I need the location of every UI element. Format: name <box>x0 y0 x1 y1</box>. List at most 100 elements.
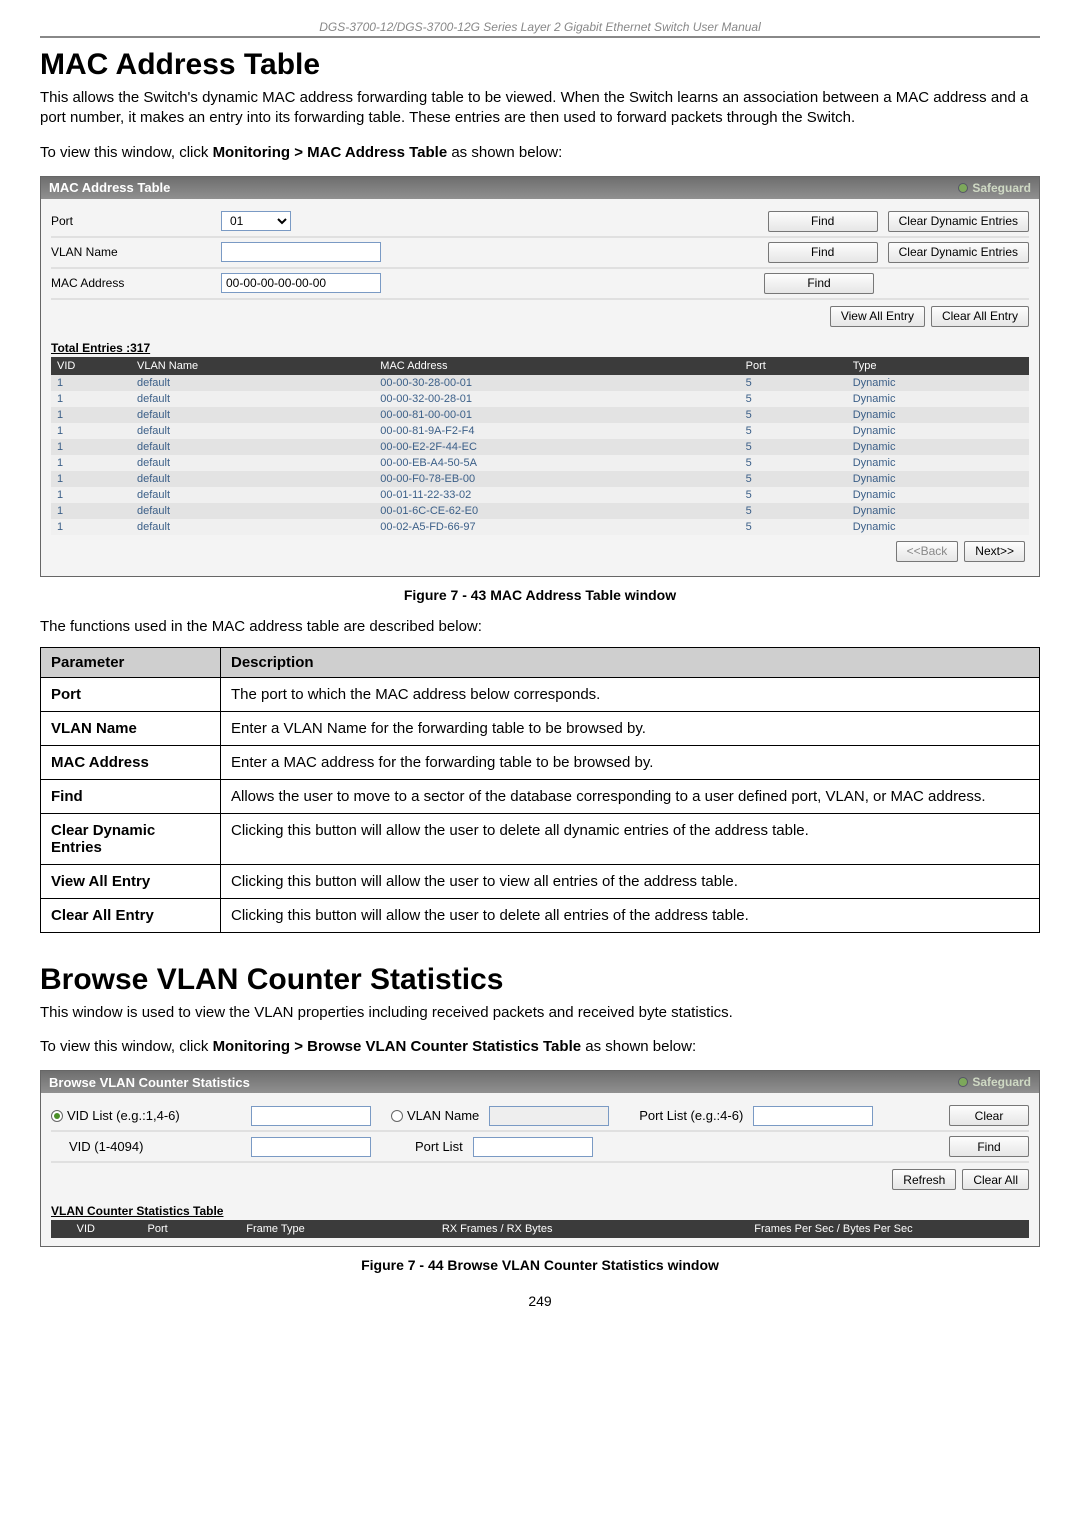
vid-input[interactable] <box>251 1137 371 1157</box>
clear-all-button-2[interactable]: Clear All <box>962 1169 1029 1190</box>
panel2-header: Browse VLAN Counter Statistics Safeguard <box>41 1071 1039 1093</box>
find-vlan-button[interactable]: Find <box>768 242 878 263</box>
vlan-name-input-2[interactable] <box>489 1106 609 1126</box>
table-cell: Dynamic <box>847 423 1029 439</box>
vid-list-radio[interactable] <box>51 1110 63 1122</box>
table-cell: 5 <box>740 375 847 391</box>
find-mac-button[interactable]: Find <box>764 273 874 294</box>
table-cell: 5 <box>740 391 847 407</box>
next-button[interactable]: Next>> <box>964 541 1025 562</box>
param-row: PortThe port to which the MAC address be… <box>41 677 1040 711</box>
vlan-label: VLAN Name <box>51 245 221 259</box>
safeguard-icon <box>958 183 968 193</box>
section2-instruction: To view this window, click Monitoring > … <box>40 1038 1040 1055</box>
table-cell: default <box>131 423 374 439</box>
panel1-body: Port 01 Find Clear Dynamic Entries VLAN … <box>41 199 1039 576</box>
entry-buttons-row: View All Entry Clear All Entry <box>51 300 1029 333</box>
table-row: 1default00-00-F0-78-EB-005Dynamic <box>51 471 1029 487</box>
panel2-body: VID List (e.g.:1,4-6) VLAN Name Port Lis… <box>41 1093 1039 1246</box>
table-row: 1default00-00-E2-2F-44-EC5Dynamic <box>51 439 1029 455</box>
table-cell: default <box>131 455 374 471</box>
vid-list-row: VID List (e.g.:1,4-6) VLAN Name Port Lis… <box>51 1101 1029 1132</box>
page-number: 249 <box>40 1293 1040 1309</box>
table-cell: 5 <box>740 487 847 503</box>
port-select[interactable]: 01 <box>221 211 291 231</box>
param-desc: Clicking this button will allow the user… <box>221 864 1040 898</box>
table-cell: Dynamic <box>847 391 1029 407</box>
table-cell: 00-00-EB-A4-50-5A <box>374 455 739 471</box>
col-vid: VID <box>51 357 131 375</box>
vlan-name-input[interactable] <box>221 242 381 262</box>
safeguard-icon-2 <box>958 1077 968 1087</box>
param-name: MAC Address <box>41 745 221 779</box>
section1-instruction: To view this window, click Monitoring > … <box>40 144 1040 161</box>
table-cell: 5 <box>740 439 847 455</box>
view-all-entry-button[interactable]: View All Entry <box>830 306 925 327</box>
stats-header-row: VID Port Frame Type RX Frames / RX Bytes… <box>51 1220 1029 1238</box>
clear-button[interactable]: Clear <box>949 1105 1029 1126</box>
port-list-input-2[interactable] <box>473 1137 593 1157</box>
param-name: Clear Dynamic Entries <box>41 813 221 864</box>
vid-row: VID (1-4094) Port List Find <box>51 1132 1029 1163</box>
table-row: 1default00-00-32-00-28-015Dynamic <box>51 391 1029 407</box>
table-row: 1default00-01-11-22-33-025Dynamic <box>51 487 1029 503</box>
find-port-button[interactable]: Find <box>768 211 878 232</box>
safeguard-text-2: Safeguard <box>972 1075 1031 1089</box>
mac-address-table-panel: MAC Address Table Safeguard Port 01 Find… <box>40 176 1040 577</box>
table-cell: 1 <box>51 487 131 503</box>
param-desc: The port to which the MAC address below … <box>221 677 1040 711</box>
param-row: Clear Dynamic EntriesClicking this butto… <box>41 813 1040 864</box>
table-cell: default <box>131 439 374 455</box>
panel2-title: Browse VLAN Counter Statistics <box>49 1075 250 1090</box>
table-cell: 00-02-A5-FD-66-97 <box>374 519 739 535</box>
pagination-row: <<Back Next>> <box>51 535 1029 568</box>
table-row: 1default00-00-81-9A-F2-F45Dynamic <box>51 423 1029 439</box>
col-type: Type <box>847 357 1029 375</box>
param-name: Find <box>41 779 221 813</box>
table-cell: 00-00-30-28-00-01 <box>374 375 739 391</box>
vlan-name-radio-label: VLAN Name <box>407 1108 479 1123</box>
instr2-prefix: To view this window, click <box>40 1038 213 1055</box>
vlan-name-radio[interactable] <box>391 1110 403 1122</box>
vid-list-input[interactable] <box>251 1106 371 1126</box>
vid-list-label: VID List (e.g.:1,4-6) <box>67 1108 180 1123</box>
instr2-suffix: as shown below: <box>585 1038 696 1055</box>
clear-all-entry-button[interactable]: Clear All Entry <box>931 306 1029 327</box>
table-cell: 1 <box>51 455 131 471</box>
section1-title: MAC Address Table <box>40 48 1040 82</box>
find-button-2[interactable]: Find <box>949 1136 1029 1157</box>
table-cell: 00-00-F0-78-EB-00 <box>374 471 739 487</box>
param-desc: Clicking this button will allow the user… <box>221 813 1040 864</box>
param-name: Port <box>41 677 221 711</box>
table-cell: default <box>131 519 374 535</box>
back-button[interactable]: <<Back <box>896 541 959 562</box>
clear-dynamic-port-button[interactable]: Clear Dynamic Entries <box>888 211 1029 232</box>
param-h2: Description <box>221 647 1040 677</box>
clear-dynamic-vlan-button[interactable]: Clear Dynamic Entries <box>888 242 1029 263</box>
param-name: VLAN Name <box>41 711 221 745</box>
param-row: Clear All EntryClicking this button will… <box>41 898 1040 932</box>
table-cell: 1 <box>51 503 131 519</box>
parameter-table: Parameter Description PortThe port to wh… <box>40 647 1040 933</box>
table-cell: 5 <box>740 471 847 487</box>
stats-table-title: VLAN Counter Statistics Table <box>51 1204 1029 1218</box>
table-cell: Dynamic <box>847 439 1029 455</box>
instr1-prefix: To view this window, click <box>40 144 213 161</box>
mac-address-input[interactable] <box>221 273 381 293</box>
param-row: MAC AddressEnter a MAC address for the f… <box>41 745 1040 779</box>
port-row: Port 01 Find Clear Dynamic Entries <box>51 207 1029 238</box>
table-cell: default <box>131 391 374 407</box>
param-desc: Enter a MAC address for the forwarding t… <box>221 745 1040 779</box>
refresh-button[interactable]: Refresh <box>892 1169 956 1190</box>
table-row: 1default00-02-A5-FD-66-975Dynamic <box>51 519 1029 535</box>
port-list-input[interactable] <box>753 1106 873 1126</box>
port-list-label: Port List (e.g.:4-6) <box>639 1108 743 1123</box>
table-cell: Dynamic <box>847 519 1029 535</box>
table-cell: 1 <box>51 439 131 455</box>
col-vlan: VLAN Name <box>131 357 374 375</box>
table-cell: 1 <box>51 391 131 407</box>
browse-vlan-counter-panel: Browse VLAN Counter Statistics Safeguard… <box>40 1070 1040 1247</box>
table-cell: Dynamic <box>847 375 1029 391</box>
col-mac: MAC Address <box>374 357 739 375</box>
stats-col-fps: Frames Per Sec / Bytes Per Sec <box>638 1220 1029 1238</box>
